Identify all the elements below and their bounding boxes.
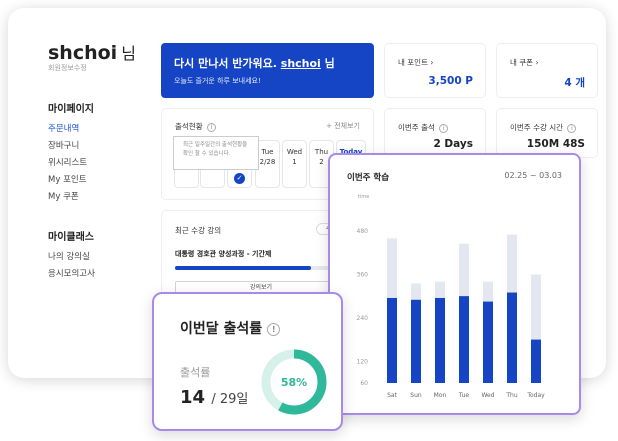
x-tick-label: Mon	[434, 392, 447, 399]
weekly-attendance-value: 2 Days	[433, 138, 473, 150]
recent-course-title: 최근 수강 강의	[175, 226, 222, 235]
points-value: 3,500 P	[428, 75, 473, 87]
attendance-day-cell: Wed 1	[282, 140, 307, 188]
y-tick-label: 240	[357, 315, 369, 322]
bar-value	[411, 299, 421, 383]
course-name: 대통령 경호관 양성과정 - 기간제	[175, 250, 272, 258]
coupons-label: 내 쿠폰 ›	[510, 58, 539, 67]
attendance-tooltip: 최근 일주일간의 출석현황을 확인 할 수 있습니다.	[173, 136, 259, 170]
sidebar-heading-mypage: 마이페이지	[48, 104, 94, 115]
weekly-attendance-label: 이번주 출석 i	[398, 122, 449, 133]
y-tick-label: 60	[360, 380, 368, 387]
info-icon[interactable]: i	[439, 123, 449, 133]
sidebar-item-cart[interactable]: 장바구니	[48, 139, 79, 151]
bar-value	[483, 301, 493, 383]
bar-value	[459, 296, 469, 383]
coupons-box[interactable]: 내 쿠폰 › 4 개	[496, 43, 598, 98]
weekly-study-chart: time 60 120 240 360 480 Sat Sun Mon Tue Wed Thu Toda…	[357, 194, 546, 399]
bar-value	[531, 339, 541, 383]
y-tick-label: 120	[357, 358, 369, 365]
x-tick-label: Sun	[410, 392, 422, 399]
sidebar-item-wishlist[interactable]: 위시리스트	[48, 156, 87, 168]
weekly-attendance-box: 이번주 출석 i 2 Days	[384, 108, 486, 158]
x-tick-label: Sat	[387, 392, 397, 399]
course-progress-bar	[175, 266, 335, 270]
attendance-progress-ring: 58%	[261, 349, 327, 415]
bar-value	[507, 292, 517, 383]
points-box[interactable]: 내 포인트 › 3,500 P	[384, 43, 486, 98]
bar-value	[435, 297, 445, 383]
sidebar-item-my-coupons[interactable]: My 쿠폰	[48, 190, 79, 202]
info-icon[interactable]: i	[567, 123, 577, 133]
attendance-status-title: 출석현황 i	[175, 121, 216, 132]
x-tick-label: Thu	[505, 392, 517, 399]
sidebar-heading-myclass: 마이클래스	[48, 232, 94, 243]
attendance-count: 14 / 29일	[180, 387, 249, 408]
weekly-time-box: 이번주 수강 시간 i 150M 48S	[496, 108, 598, 158]
y-axis-label: time	[358, 194, 369, 200]
attendance-rate-label: 출석률	[180, 366, 211, 379]
monthly-attendance-card: 이번달 출석률! 출석률 14 / 29일 58%	[152, 292, 343, 431]
welcome-banner: 다시 만나서 반가워요. shchoi 님 오늘도 즐거운 하루 보내세요!	[161, 43, 374, 98]
sidebar-item-orders[interactable]: 주문내역	[48, 122, 79, 134]
ring-percent-label: 58%	[281, 376, 307, 389]
edit-profile-link[interactable]: 회원정보수정	[48, 63, 87, 73]
y-tick-label: 360	[357, 271, 369, 278]
view-all-link[interactable]: + 전체보기	[326, 121, 360, 131]
check-icon: ✓	[234, 173, 245, 184]
welcome-subtitle: 오늘도 즐거운 하루 보내세요!	[174, 77, 261, 85]
course-progress-fill	[175, 266, 311, 270]
welcome-greeting: 다시 만나서 반가워요. shchoi 님	[174, 57, 335, 70]
x-tick-label: Wed	[481, 392, 494, 399]
info-icon[interactable]: !	[267, 322, 281, 336]
coupons-value: 4 개	[564, 77, 585, 89]
x-tick-label: Today	[526, 392, 545, 399]
sidebar-item-mock-exams[interactable]: 응시모의고사	[48, 267, 95, 279]
points-label: 내 포인트 ›	[398, 58, 434, 67]
sidebar-item-my-points[interactable]: My 포인트	[48, 173, 87, 185]
chevron-right-icon: ›	[430, 58, 434, 67]
username-heading: shchoi 님	[48, 42, 136, 64]
sidebar-item-my-classroom[interactable]: 나의 강의실	[48, 250, 90, 262]
x-tick-label: Tue	[458, 392, 470, 399]
monthly-attendance-title: 이번달 출석률!	[180, 318, 281, 338]
info-icon[interactable]: i	[207, 122, 216, 132]
bar-value	[387, 297, 397, 383]
chevron-right-icon: ›	[535, 58, 539, 67]
weekly-time-label: 이번주 수강 시간 i	[510, 122, 577, 133]
weekly-time-value: 150M 48S	[526, 138, 585, 150]
y-tick-label: 480	[357, 228, 369, 235]
weekly-study-chart-card: 이번주 학습 02.25 ~ 03.03 time 60 120 240 360 480 S…	[328, 153, 581, 415]
